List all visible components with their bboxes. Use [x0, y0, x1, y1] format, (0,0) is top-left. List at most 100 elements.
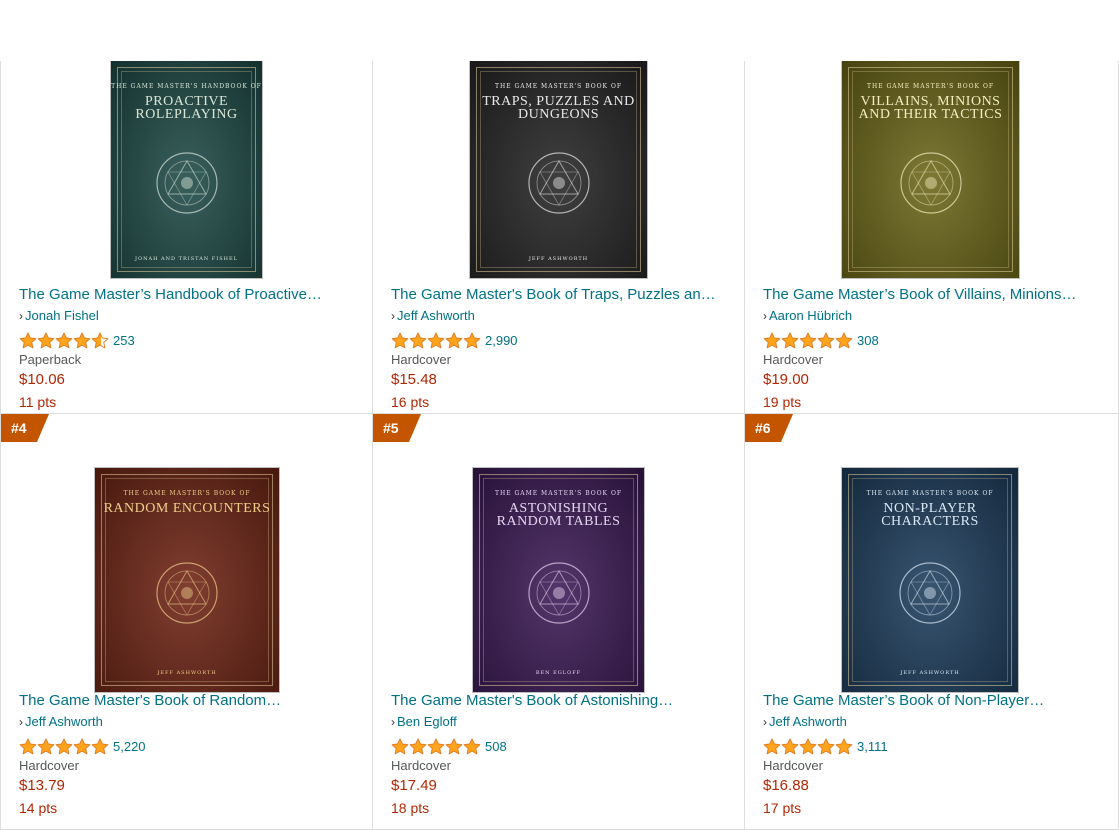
format-label: Hardcover — [391, 758, 451, 773]
product-card[interactable]: THE GAME MASTER'S BOOK OF VILLAINS, MINI… — [745, 61, 1119, 414]
star-icon — [391, 737, 409, 754]
star-rating[interactable]: 3,111 — [763, 736, 1108, 756]
product-info: The Game Master's Book of Astonishing… ›… — [391, 691, 734, 819]
chevron-right-icon: › — [391, 715, 395, 729]
author-name[interactable]: Jeff Ashworth — [769, 714, 847, 729]
book-cover-image[interactable]: THE GAME MASTER'S BOOK OF TRAPS, PUZZLES… — [470, 61, 647, 278]
star-icon — [55, 331, 73, 348]
book-cover-image[interactable]: THE GAME MASTER'S BOOK OF VILLAINS, MINI… — [842, 61, 1019, 278]
star-icon — [91, 737, 109, 754]
star-icon — [781, 737, 799, 754]
star-icon — [835, 331, 853, 348]
author-name[interactable]: Aaron Hübrich — [769, 308, 852, 323]
format-label: Paperback — [19, 352, 82, 367]
star-rating[interactable]: 308 — [763, 330, 1108, 350]
chevron-right-icon: › — [19, 715, 23, 729]
rating-count-link[interactable]: 2,990 — [485, 333, 518, 348]
star-rating[interactable]: 508 — [391, 736, 734, 756]
product-card[interactable]: THE GAME MASTER'S BOOK OF TRAPS, PUZZLES… — [373, 61, 745, 414]
product-card[interactable]: THE GAME MASTER'S HANDBOOK OF PROACTIVE … — [0, 61, 373, 414]
rating-stars[interactable] — [763, 331, 853, 349]
reward-points: 14 pts — [19, 800, 58, 816]
cover-title-text: VILLAINS, MINIONS AND THEIR TACTICS — [858, 94, 1003, 122]
author-link[interactable]: › Jeff Ashworth — [19, 712, 362, 732]
rating-count-link[interactable]: 3,111 — [857, 739, 888, 754]
product-card[interactable]: #4 THE GAME MASTER'S BOOK OF RANDOM ENCO… — [0, 414, 373, 830]
cover-emblem-icon — [156, 562, 218, 624]
star-icon — [19, 331, 37, 348]
product-card[interactable]: #5 THE GAME MASTER'S BOOK OF ASTONISHING… — [373, 414, 745, 830]
cover-author-text: BEN EGLOFF — [535, 670, 582, 676]
star-rating[interactable]: 2,990 — [391, 330, 734, 350]
star-icon — [817, 737, 835, 754]
rating-stars[interactable] — [391, 737, 481, 755]
rating-stars[interactable] — [19, 331, 109, 349]
cover-title-text: PROACTIVE ROLEPLAYING — [135, 94, 238, 122]
price[interactable]: $15.48 — [391, 369, 734, 391]
book-cover-image[interactable]: THE GAME MASTER'S BOOK OF NON-PLAYER CHA… — [842, 468, 1018, 692]
product-title-link[interactable]: The Game Master’s Book of Villains, Mini… — [763, 285, 1108, 305]
product-grid: THE GAME MASTER'S HANDBOOK OF PROACTIVE … — [0, 61, 1119, 830]
product-title-link[interactable]: The Game Master’s Book of Non-Player… — [763, 691, 1108, 711]
format-label: Hardcover — [19, 758, 79, 773]
cover-emblem-icon — [155, 151, 218, 214]
cover-title-text: TRAPS, PUZZLES AND DUNGEONS — [482, 94, 635, 122]
star-icon — [817, 331, 835, 348]
price[interactable]: $17.49 — [391, 775, 734, 797]
book-cover-image[interactable]: THE GAME MASTER'S HANDBOOK OF PROACTIVE … — [111, 61, 262, 278]
star-icon — [799, 331, 817, 348]
star-icon — [91, 331, 109, 348]
rating-stars[interactable] — [763, 737, 853, 755]
price[interactable]: $16.88 — [763, 775, 1108, 797]
rating-stars[interactable] — [19, 737, 109, 755]
cover-emblem-icon — [899, 562, 961, 624]
format-label: Hardcover — [763, 758, 823, 773]
star-icon — [37, 331, 55, 348]
author-link[interactable]: › Jonah Fishel — [19, 306, 362, 326]
star-icon — [835, 737, 853, 754]
cover-series-text: THE GAME MASTER'S HANDBOOK OF — [111, 83, 262, 90]
price[interactable]: $13.79 — [19, 775, 362, 797]
product-title-link[interactable]: The Game Master's Book of Random… — [19, 691, 362, 711]
cover-emblem-icon — [527, 151, 590, 214]
product-title-link[interactable]: The Game Master's Book of Astonishing… — [391, 691, 734, 711]
star-icon — [427, 737, 445, 754]
author-name[interactable]: Jeff Ashworth — [397, 308, 475, 323]
star-rating[interactable]: 5,220 — [19, 736, 362, 756]
price[interactable]: $10.06 — [19, 369, 362, 391]
star-rating[interactable]: 253 — [19, 330, 362, 350]
rank-badge: #5 — [373, 414, 421, 442]
product-card[interactable]: #6 THE GAME MASTER'S BOOK OF NON-PLAYER … — [745, 414, 1119, 830]
cover-author-text: JEFF ASHWORTH — [528, 256, 589, 262]
cover-author-text: JEFF ASHWORTH — [157, 670, 217, 676]
cover-series-text: THE GAME MASTER'S BOOK OF — [494, 490, 623, 497]
product-title-link[interactable]: The Game Master’s Handbook of Proactive… — [19, 285, 362, 305]
product-info: The Game Master’s Book of Villains, Mini… — [763, 285, 1108, 413]
cover-title-text: RANDOM ENCOUNTERS — [103, 501, 271, 516]
book-cover-image[interactable]: THE GAME MASTER'S BOOK OF RANDOM ENCOUNT… — [95, 468, 279, 692]
rank-badge: #6 — [745, 414, 793, 442]
book-cover-image[interactable]: THE GAME MASTER'S BOOK OF ASTONISHING RA… — [473, 468, 644, 692]
author-link[interactable]: › Jeff Ashworth — [391, 306, 734, 326]
product-info: The Game Master’s Book of Non-Player… › J… — [763, 691, 1108, 819]
rating-count-link[interactable]: 508 — [485, 739, 507, 754]
author-name[interactable]: Jonah Fishel — [25, 308, 99, 323]
cover-series-text: THE GAME MASTER'S BOOK OF — [494, 83, 623, 90]
price[interactable]: $19.00 — [763, 369, 1108, 391]
rating-count-link[interactable]: 308 — [857, 333, 879, 348]
star-icon — [55, 737, 73, 754]
author-name[interactable]: Ben Egloff — [397, 714, 457, 729]
author-link[interactable]: › Ben Egloff — [391, 712, 734, 732]
cover-series-text: THE GAME MASTER'S BOOK OF — [866, 490, 994, 497]
cover-author-text: JEFF ASHWORTH — [900, 670, 960, 676]
rating-stars[interactable] — [391, 331, 481, 349]
product-info: The Game Master's Book of Random… › Jeff … — [19, 691, 362, 819]
author-name[interactable]: Jeff Ashworth — [25, 714, 103, 729]
product-title-link[interactable]: The Game Master's Book of Traps, Puzzles… — [391, 285, 734, 305]
author-link[interactable]: › Jeff Ashworth — [763, 712, 1108, 732]
rating-count-link[interactable]: 5,220 — [113, 739, 146, 754]
author-link[interactable]: › Aaron Hübrich — [763, 306, 1108, 326]
rating-count-link[interactable]: 253 — [113, 333, 135, 348]
reward-points: 16 pts — [391, 394, 430, 410]
cover-title-text: NON-PLAYER CHARACTERS — [881, 501, 979, 529]
